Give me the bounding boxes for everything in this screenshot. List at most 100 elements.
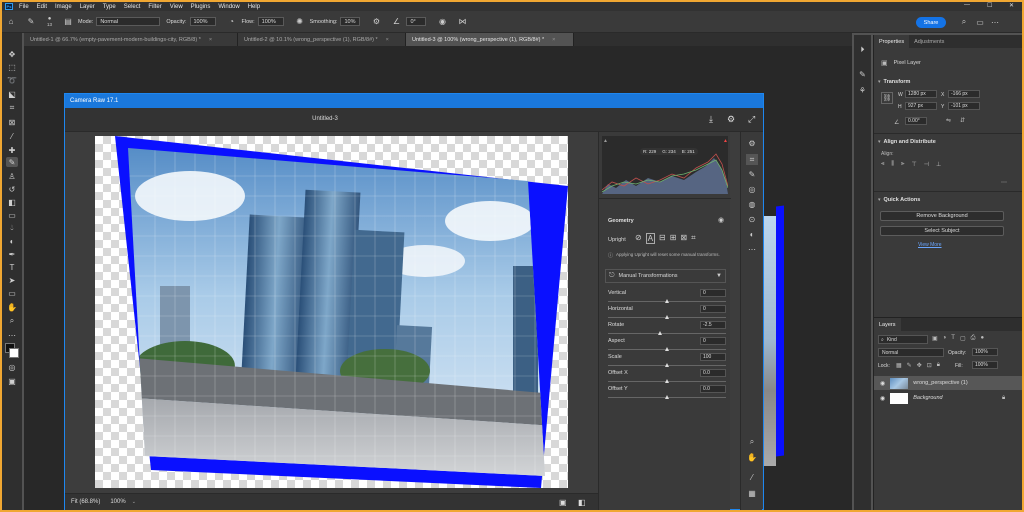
- filter-adjustment-icon[interactable]: ◑: [943, 335, 947, 342]
- width-field[interactable]: 1280 px: [905, 90, 937, 98]
- align-right-icon[interactable]: ⫸: [901, 161, 904, 168]
- blur-tool-icon[interactable]: 💧︎: [6, 223, 18, 233]
- upright-level-icon[interactable]: ⊟: [659, 233, 666, 244]
- slider-value-field[interactable]: 0: [700, 337, 726, 345]
- slider-track[interactable]: [608, 333, 726, 334]
- red-eye-icon[interactable]: ◎: [746, 184, 758, 195]
- close-tab-icon[interactable]: ×: [209, 37, 212, 43]
- masking-icon[interactable]: ◍: [746, 199, 758, 210]
- edit-toolbar-icon[interactable]: ⋯: [6, 330, 18, 340]
- clone-stamp-tool-icon[interactable]: ♙: [6, 171, 18, 181]
- select-subject-button[interactable]: Select Subject: [880, 226, 1004, 236]
- frame-tool-icon[interactable]: ⊠: [6, 117, 18, 127]
- rotation-field[interactable]: 0.00°: [905, 117, 927, 125]
- gradient-tool-icon[interactable]: ▭: [6, 210, 18, 220]
- tab-properties[interactable]: Properties: [874, 35, 910, 48]
- grid-overlay-icon[interactable]: ▦: [746, 488, 758, 499]
- slider-value-field[interactable]: 0.0: [700, 385, 726, 393]
- marquee-tool-icon[interactable]: ⬚: [6, 62, 18, 72]
- x-field[interactable]: -166 px: [948, 90, 980, 98]
- slider-thumb[interactable]: [665, 363, 669, 367]
- presets-icon[interactable]: ⊙: [746, 214, 758, 225]
- symmetry-icon[interactable]: ⋈: [457, 17, 467, 27]
- link-proportions-icon[interactable]: ⛓: [881, 92, 893, 104]
- brush-tool-icon[interactable]: ✎: [6, 157, 18, 167]
- before-after-icon[interactable]: ◧: [578, 498, 586, 507]
- zoom-value[interactable]: 100%: [110, 499, 125, 505]
- doc-tab-3[interactable]: Untitled-3 @ 100% (wrong_perspective (1)…: [406, 33, 574, 46]
- filter-toggle-icon[interactable]: ●: [980, 335, 984, 342]
- airbrush-icon[interactable]: ✺: [295, 17, 305, 27]
- slider-thumb[interactable]: [665, 315, 669, 319]
- close-app-button[interactable]: ✕: [1009, 2, 1014, 9]
- minimize-button[interactable]: —: [964, 2, 970, 8]
- close-tab-icon[interactable]: ×: [386, 37, 389, 43]
- align-middle-v-icon[interactable]: ⊣: [924, 161, 929, 168]
- layer-row-background[interactable]: ◉ Background 🔒︎: [874, 391, 1022, 405]
- visibility-eye-icon[interactable]: ◉: [718, 216, 724, 224]
- zoom-tool-icon[interactable]: ⌕: [6, 316, 18, 326]
- slider-value-field[interactable]: 0.0: [700, 369, 726, 377]
- filter-type-icon[interactable]: T: [951, 335, 955, 342]
- move-tool-icon[interactable]: ✥: [6, 49, 18, 59]
- quick-actions-section[interactable]: ▾ Quick Actions: [878, 197, 920, 203]
- align-section[interactable]: ▾ Align and Distribute: [878, 139, 936, 145]
- tab-adjustments[interactable]: Adjustments: [909, 35, 949, 48]
- settings-gear-icon[interactable]: ⚙: [727, 114, 735, 125]
- hand-tool-icon[interactable]: ✋: [746, 452, 758, 463]
- lock-pixels-icon[interactable]: ▦: [896, 362, 902, 369]
- align-center-h-icon[interactable]: ⫼: [891, 161, 894, 168]
- layer-opacity-field[interactable]: 100%: [972, 348, 998, 356]
- menu-view[interactable]: View: [170, 4, 183, 10]
- angle-field[interactable]: 0°: [406, 17, 427, 26]
- lock-position-icon[interactable]: ✥: [917, 362, 922, 369]
- healing-brush-tool-icon[interactable]: ✚: [6, 145, 18, 155]
- pen-tool-icon[interactable]: ✒: [6, 249, 18, 259]
- fullscreen-icon[interactable]: ⤢: [748, 114, 755, 125]
- upright-vertical-icon[interactable]: ⊞: [670, 233, 677, 244]
- object-select-tool-icon[interactable]: ⬕: [6, 89, 18, 99]
- more-icon[interactable]: ⋯: [990, 17, 1000, 27]
- zoom-tool-icon[interactable]: ⌕: [746, 436, 758, 447]
- flip-vertical-icon[interactable]: ⇵: [960, 117, 965, 124]
- home-icon[interactable]: ⌂: [6, 17, 16, 27]
- flip-horizontal-icon[interactable]: ⇋: [946, 117, 951, 124]
- brush-size-picker[interactable]: ● 13: [47, 16, 52, 27]
- layer-filter-dropdown[interactable]: ⌕ Kind: [878, 335, 928, 344]
- highlight-clipping-icon[interactable]: ▲: [723, 138, 728, 144]
- hand-tool-icon[interactable]: ✋: [6, 302, 18, 312]
- smoothing-options-gear-icon[interactable]: ⚙: [371, 17, 381, 27]
- shadow-clipping-icon[interactable]: ▲: [603, 138, 608, 144]
- background-color-swatch[interactable]: [9, 348, 19, 358]
- eraser-tool-icon[interactable]: ◧: [6, 197, 18, 207]
- quick-mask-icon[interactable]: ◎: [6, 362, 18, 372]
- slider-thumb[interactable]: [665, 395, 669, 399]
- manual-transformations-header[interactable]: ⎋ Manual Transformations ▼: [605, 269, 726, 283]
- search-icon[interactable]: ⌕: [959, 17, 969, 27]
- slider-value-field[interactable]: -2.5: [700, 321, 726, 329]
- slider-offset-x[interactable]: Offset X 0.0: [608, 369, 726, 385]
- menu-edit[interactable]: Edit: [37, 4, 47, 10]
- workspace-icon[interactable]: ▭: [975, 17, 985, 27]
- pressure-size-icon[interactable]: ◉: [437, 17, 447, 27]
- slider-horizontal[interactable]: Horizontal 0: [608, 305, 726, 321]
- upright-off-icon[interactable]: ⊘: [635, 233, 642, 244]
- slider-value-field[interactable]: 100: [700, 353, 726, 361]
- slider-thumb[interactable]: [665, 347, 669, 351]
- filter-shape-icon[interactable]: ▢: [960, 335, 966, 342]
- doc-tab-2[interactable]: Untitled-2 @ 10.1% (wrong_perspective (1…: [238, 33, 406, 46]
- slider-thumb[interactable]: [657, 331, 662, 335]
- slider-thumb[interactable]: [665, 379, 669, 383]
- menu-filter[interactable]: Filter: [148, 4, 161, 10]
- lock-brush-icon[interactable]: ✎: [907, 362, 912, 369]
- upright-full-icon[interactable]: ⊠: [680, 233, 687, 244]
- more-tools-icon[interactable]: ⋯: [746, 244, 758, 255]
- remove-tool-icon[interactable]: ✎: [746, 169, 758, 180]
- align-top-icon[interactable]: ⊤: [912, 161, 917, 168]
- brush-settings-icon[interactable]: ▤: [63, 17, 73, 27]
- filter-smart-icon[interactable]: ⎙: [971, 335, 976, 342]
- eye-icon[interactable]: ◉: [880, 395, 885, 402]
- slider-offset-y[interactable]: Offset Y 0.0: [608, 385, 726, 401]
- dodge-tool-icon[interactable]: ◐: [6, 236, 18, 246]
- slider-value-field[interactable]: 0: [700, 289, 726, 297]
